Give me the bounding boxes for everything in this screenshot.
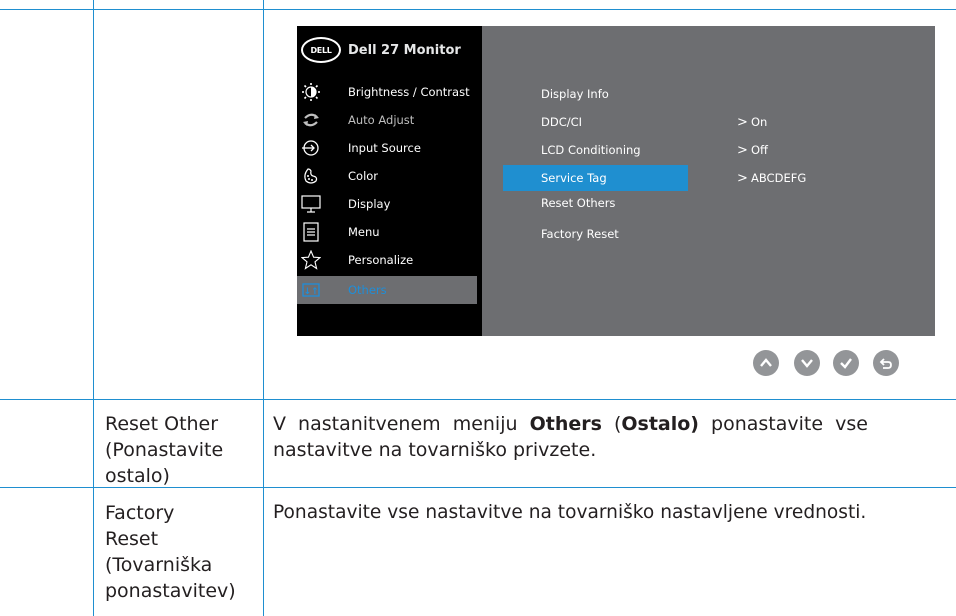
menu-item-auto-adjust[interactable]: Auto Adjust (297, 106, 477, 134)
desc-line: nastavitve na tovarniško privzete. (273, 439, 597, 461)
chevron-right-icon: > (737, 171, 748, 186)
up-icon (760, 358, 772, 367)
row-desc-reset-other: V nastanitvenem meniju Others (Ostalo) p… (273, 411, 941, 463)
nav-down-button[interactable] (794, 350, 820, 376)
row-name-line: Reset (105, 528, 159, 550)
submenu-reset-others[interactable]: Reset Others (541, 196, 615, 210)
osd-main-menu: DELL Dell 27 Monitor Brightness / Contra… (297, 26, 482, 336)
menu-item-personalize[interactable]: Personalize (297, 246, 477, 274)
value-text: On (751, 115, 768, 129)
input-source-icon (302, 140, 319, 156)
desc-bold: Others (529, 413, 602, 435)
menu-item-label: Menu (348, 225, 380, 239)
row-name-line: ostalo) (105, 465, 170, 487)
row-name-line: ponastavitev) (105, 580, 236, 602)
desc-text: V nastanitvenem meniju (273, 413, 530, 435)
dell-logo: DELL (301, 37, 341, 63)
osd-title: Dell 27 Monitor (348, 43, 461, 58)
submenu-display-info[interactable]: Display Info (541, 87, 609, 101)
row-name-line: (Ponastavite (105, 439, 224, 461)
submenu-service-tag[interactable]: Service Tag (503, 165, 688, 191)
osd-menu: DELL Dell 27 Monitor Brightness / Contra… (297, 26, 935, 336)
desc-text: ( (601, 413, 622, 435)
menu-item-label: Display (348, 197, 391, 211)
table-top-border (0, 9, 956, 10)
value-text: Off (751, 143, 768, 157)
display-icon (301, 195, 321, 213)
menu-item-label: Color (348, 169, 379, 183)
row-name-line: Reset Other (105, 413, 219, 435)
menu-item-label: Personalize (348, 253, 414, 267)
menu-item-label: Brightness / Contrast (348, 85, 470, 99)
table-column-divider (93, 0, 94, 616)
nav-back-button[interactable] (873, 350, 899, 376)
menu-item-menu[interactable]: Menu (297, 218, 477, 246)
row-name-line: (Tovarniška (105, 554, 213, 576)
row-desc-factory-reset: Ponastavite vse nastavitve na tovarniško… (273, 502, 867, 523)
nav-check-button[interactable] (833, 350, 859, 376)
auto-adjust-icon (303, 113, 319, 127)
submenu-factory-reset[interactable]: Factory Reset (541, 227, 619, 241)
menu-item-label: Input Source (348, 141, 421, 155)
nav-up-button[interactable] (753, 350, 779, 376)
color-icon (304, 168, 318, 184)
menu-item-brightness[interactable]: Brightness / Contrast (297, 78, 477, 106)
row-name-reset-other: Reset Other (Ponastavite ostalo) (105, 411, 223, 489)
row-name-line: Factory (105, 502, 175, 524)
back-icon (879, 358, 892, 369)
brightness-icon (302, 83, 320, 101)
table-row-divider (0, 399, 956, 400)
chevron-right-icon: > (737, 115, 748, 130)
menu-item-label: Others (348, 283, 387, 297)
submenu-ddc-ci[interactable]: DDC/CI (541, 115, 582, 129)
desc-text: V nastanitvenem meniju Others (Ostalo) p… (273, 411, 868, 437)
star-icon (301, 250, 321, 270)
menu-item-color[interactable]: Color (297, 162, 477, 190)
row-name-factory-reset: Factory Reset (Tovarniška ponastavitev) (105, 500, 236, 604)
menu-icon (303, 222, 319, 242)
chevron-right-icon: > (737, 143, 748, 158)
desc-bold: Ostalo) (621, 413, 699, 435)
ddc-ci-value: > On (737, 115, 767, 130)
others-icon: ↓↑ (302, 283, 320, 297)
value-text: ABCDEFG (751, 171, 807, 185)
menu-item-others[interactable]: ↓↑ Others (297, 276, 477, 304)
menu-item-input-source[interactable]: Input Source (297, 134, 477, 162)
submenu-service-tag-label: Service Tag (541, 171, 607, 185)
menu-item-label: Auto Adjust (348, 113, 415, 127)
menu-item-display[interactable]: Display (297, 190, 477, 218)
desc-text: ponastavite vse (698, 413, 868, 435)
desc-line: V nastanitvenem meniju Others (Ostalo) p… (273, 411, 941, 437)
check-icon (840, 358, 852, 369)
lcd-conditioning-value: > Off (737, 143, 768, 158)
down-icon (801, 359, 813, 368)
submenu-lcd-conditioning[interactable]: LCD Conditioning (541, 143, 641, 157)
table-column-divider (263, 0, 264, 616)
svg-text:↓↑: ↓↑ (303, 287, 318, 297)
service-tag-value: > ABCDEFG (737, 171, 806, 186)
